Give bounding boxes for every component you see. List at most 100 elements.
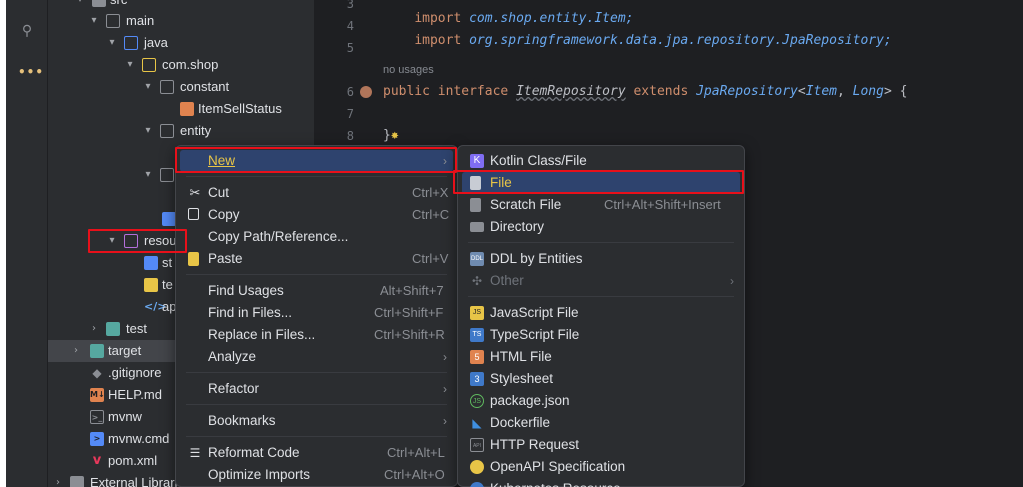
menu-item-label: JavaScript File: [490, 305, 579, 320]
submenu-item-directory[interactable]: Directory: [462, 216, 740, 238]
import-path: org.springframework.data.jpa.repository.…: [469, 33, 892, 48]
chevron-down-icon[interactable]: ▾: [88, 10, 100, 32]
tree-item-java[interactable]: ▾ java: [48, 32, 314, 54]
keyword: public: [383, 84, 430, 99]
chevron-right-icon[interactable]: ›: [52, 472, 64, 487]
line-number: 5: [346, 41, 354, 55]
submenu-item-dockerfile[interactable]: ◣ Dockerfile: [462, 412, 740, 434]
gitignore-icon: ◆: [92, 366, 102, 380]
menu-item-optimize-imports[interactable]: Optimize Imports Ctrl+Alt+O: [180, 464, 453, 486]
tree-item-constant[interactable]: ▾ constant: [48, 76, 314, 98]
submenu-item-typescript-file[interactable]: TS TypeScript File: [462, 324, 740, 346]
enum-icon: [180, 102, 194, 116]
menu-item-bookmarks[interactable]: Bookmarks ›: [180, 410, 453, 432]
keyword: import: [414, 33, 462, 48]
tree-label: mvnw.cmd: [108, 431, 170, 446]
highlight-box-file: [453, 170, 744, 194]
menu-item-analyze[interactable]: Analyze ›: [180, 346, 453, 368]
submenu-item-kotlin-class[interactable]: K Kotlin Class/File: [462, 150, 740, 172]
tree-label: target: [108, 343, 142, 358]
type-name: JpaRepository: [696, 84, 798, 99]
tree-item-itemsellstatus[interactable]: ItemSellStatus: [48, 98, 314, 120]
tree-item-entity[interactable]: ▾ entity: [48, 120, 314, 142]
menu-item-reformat-code[interactable]: ☰ Reformat Code Ctrl+Alt+L: [180, 442, 453, 464]
submenu-item-scratch-file[interactable]: Scratch File Ctrl+Alt+Shift+Insert: [462, 194, 740, 216]
menu-item-copy[interactable]: Copy Ctrl+C: [180, 204, 453, 226]
line-number: 7: [346, 107, 354, 121]
menu-item-label: Find in Files...: [208, 305, 293, 320]
chevron-right-icon[interactable]: ›: [70, 340, 82, 362]
menu-item-label: Paste: [208, 251, 243, 266]
chevron-down-icon[interactable]: ▾: [142, 120, 154, 142]
submenu-item-openapi[interactable]: OpenAPI Specification: [462, 456, 740, 478]
chevron-right-icon[interactable]: ›: [88, 318, 100, 340]
menu-item-copy-path[interactable]: Copy Path/Reference...: [180, 226, 453, 248]
library-icon: [70, 476, 84, 487]
tree-item-com-shop[interactable]: ▾ com.shop: [48, 54, 314, 76]
menu-item-label: Replace in Files...: [208, 327, 316, 342]
chevron-right-icon: ›: [730, 274, 734, 288]
tree-label: te: [162, 277, 173, 292]
menu-item-paste[interactable]: Paste Ctrl+V: [180, 248, 453, 270]
html-icon: 5: [470, 350, 484, 364]
menu-item-shortcut: Ctrl+Alt+O: [384, 467, 445, 482]
menu-item-cut[interactable]: ✂ Cut Ctrl+X: [180, 182, 453, 204]
menu-separator: [468, 242, 734, 243]
submenu-item-html-file[interactable]: 5 HTML File: [462, 346, 740, 368]
menu-item-shortcut: Ctrl+V: [412, 251, 449, 266]
commit-icon[interactable]: ⚲: [18, 22, 36, 40]
package-icon: [160, 124, 174, 138]
more-tools-icon[interactable]: •••: [18, 63, 43, 81]
submenu-item-kubernetes[interactable]: Kubernetes Resource: [462, 478, 740, 487]
menu-item-refactor[interactable]: Refactor ›: [180, 378, 453, 400]
highlight-box-resources: [88, 229, 187, 253]
chevron-down-icon[interactable]: ▾: [106, 32, 118, 54]
menu-item-find-usages[interactable]: Find Usages Alt+Shift+7: [180, 280, 453, 302]
folder-icon: [106, 14, 120, 28]
menu-item-label: HTTP Request: [490, 437, 580, 452]
tree-label: .gitignore: [108, 365, 162, 380]
typescript-icon: TS: [470, 328, 484, 342]
code-line-8: }✸: [383, 128, 399, 143]
chevron-down-icon[interactable]: ▾: [124, 54, 136, 76]
punctuation: }: [383, 128, 391, 143]
code-line-4: import org.springframework.data.jpa.repo…: [383, 18, 892, 63]
submenu-item-stylesheet[interactable]: 3 Stylesheet: [462, 368, 740, 390]
menu-item-shortcut: Ctrl+Shift+R: [374, 327, 445, 342]
submenu-item-other[interactable]: ✣ Other ›: [462, 270, 740, 292]
markdown-icon: M↓: [90, 388, 105, 402]
tree-label: java: [144, 35, 168, 50]
chevron-down-icon[interactable]: ▾: [142, 76, 154, 98]
lightbulb-icon[interactable]: ✸: [391, 128, 399, 143]
keyword: interface: [437, 84, 509, 99]
submenu-item-ddl-by-entities[interactable]: DDL DDL by Entities: [462, 248, 740, 270]
menu-item-find-in-files[interactable]: Find in Files... Ctrl+Shift+F: [180, 302, 453, 324]
menu-item-label: TypeScript File: [490, 327, 580, 342]
menu-separator: [186, 274, 447, 275]
copy-icon: [188, 208, 199, 220]
tree-label: ItemSellStatus: [198, 101, 282, 116]
menu-item-label: DDL by Entities: [490, 251, 583, 266]
menu-item-label: Kubernetes Resource: [490, 478, 621, 487]
line-number: 8: [346, 129, 354, 143]
highlight-box-new: [175, 147, 457, 173]
menu-item-label: Reformat Code: [208, 445, 300, 460]
menu-item-label: Kotlin Class/File: [490, 153, 587, 168]
type-name: Item: [805, 84, 837, 99]
menu-item-label: OpenAPI Specification: [490, 459, 626, 474]
tree-item-main[interactable]: ▾ main: [48, 10, 314, 32]
reformat-icon: ☰: [189, 446, 201, 460]
chevron-right-icon: ›: [443, 350, 447, 364]
scratch-file-icon: [470, 198, 481, 212]
punctuation: > {: [883, 84, 908, 99]
submenu-item-http-request[interactable]: API HTTP Request: [462, 434, 740, 456]
submenu-item-package-json[interactable]: JS package.json: [462, 390, 740, 412]
shell-icon: >_: [90, 410, 104, 424]
menu-item-shortcut: Alt+Shift+7: [380, 283, 444, 298]
chevron-down-icon[interactable]: ▾: [142, 164, 154, 186]
implementation-gutter-icon[interactable]: [360, 86, 372, 98]
usages-inlay-hint[interactable]: no usages: [383, 64, 434, 76]
menu-item-replace-in-files[interactable]: Replace in Files... Ctrl+Shift+R: [180, 324, 453, 346]
test-folder-icon: [106, 322, 120, 336]
submenu-item-javascript-file[interactable]: JS JavaScript File: [462, 302, 740, 324]
